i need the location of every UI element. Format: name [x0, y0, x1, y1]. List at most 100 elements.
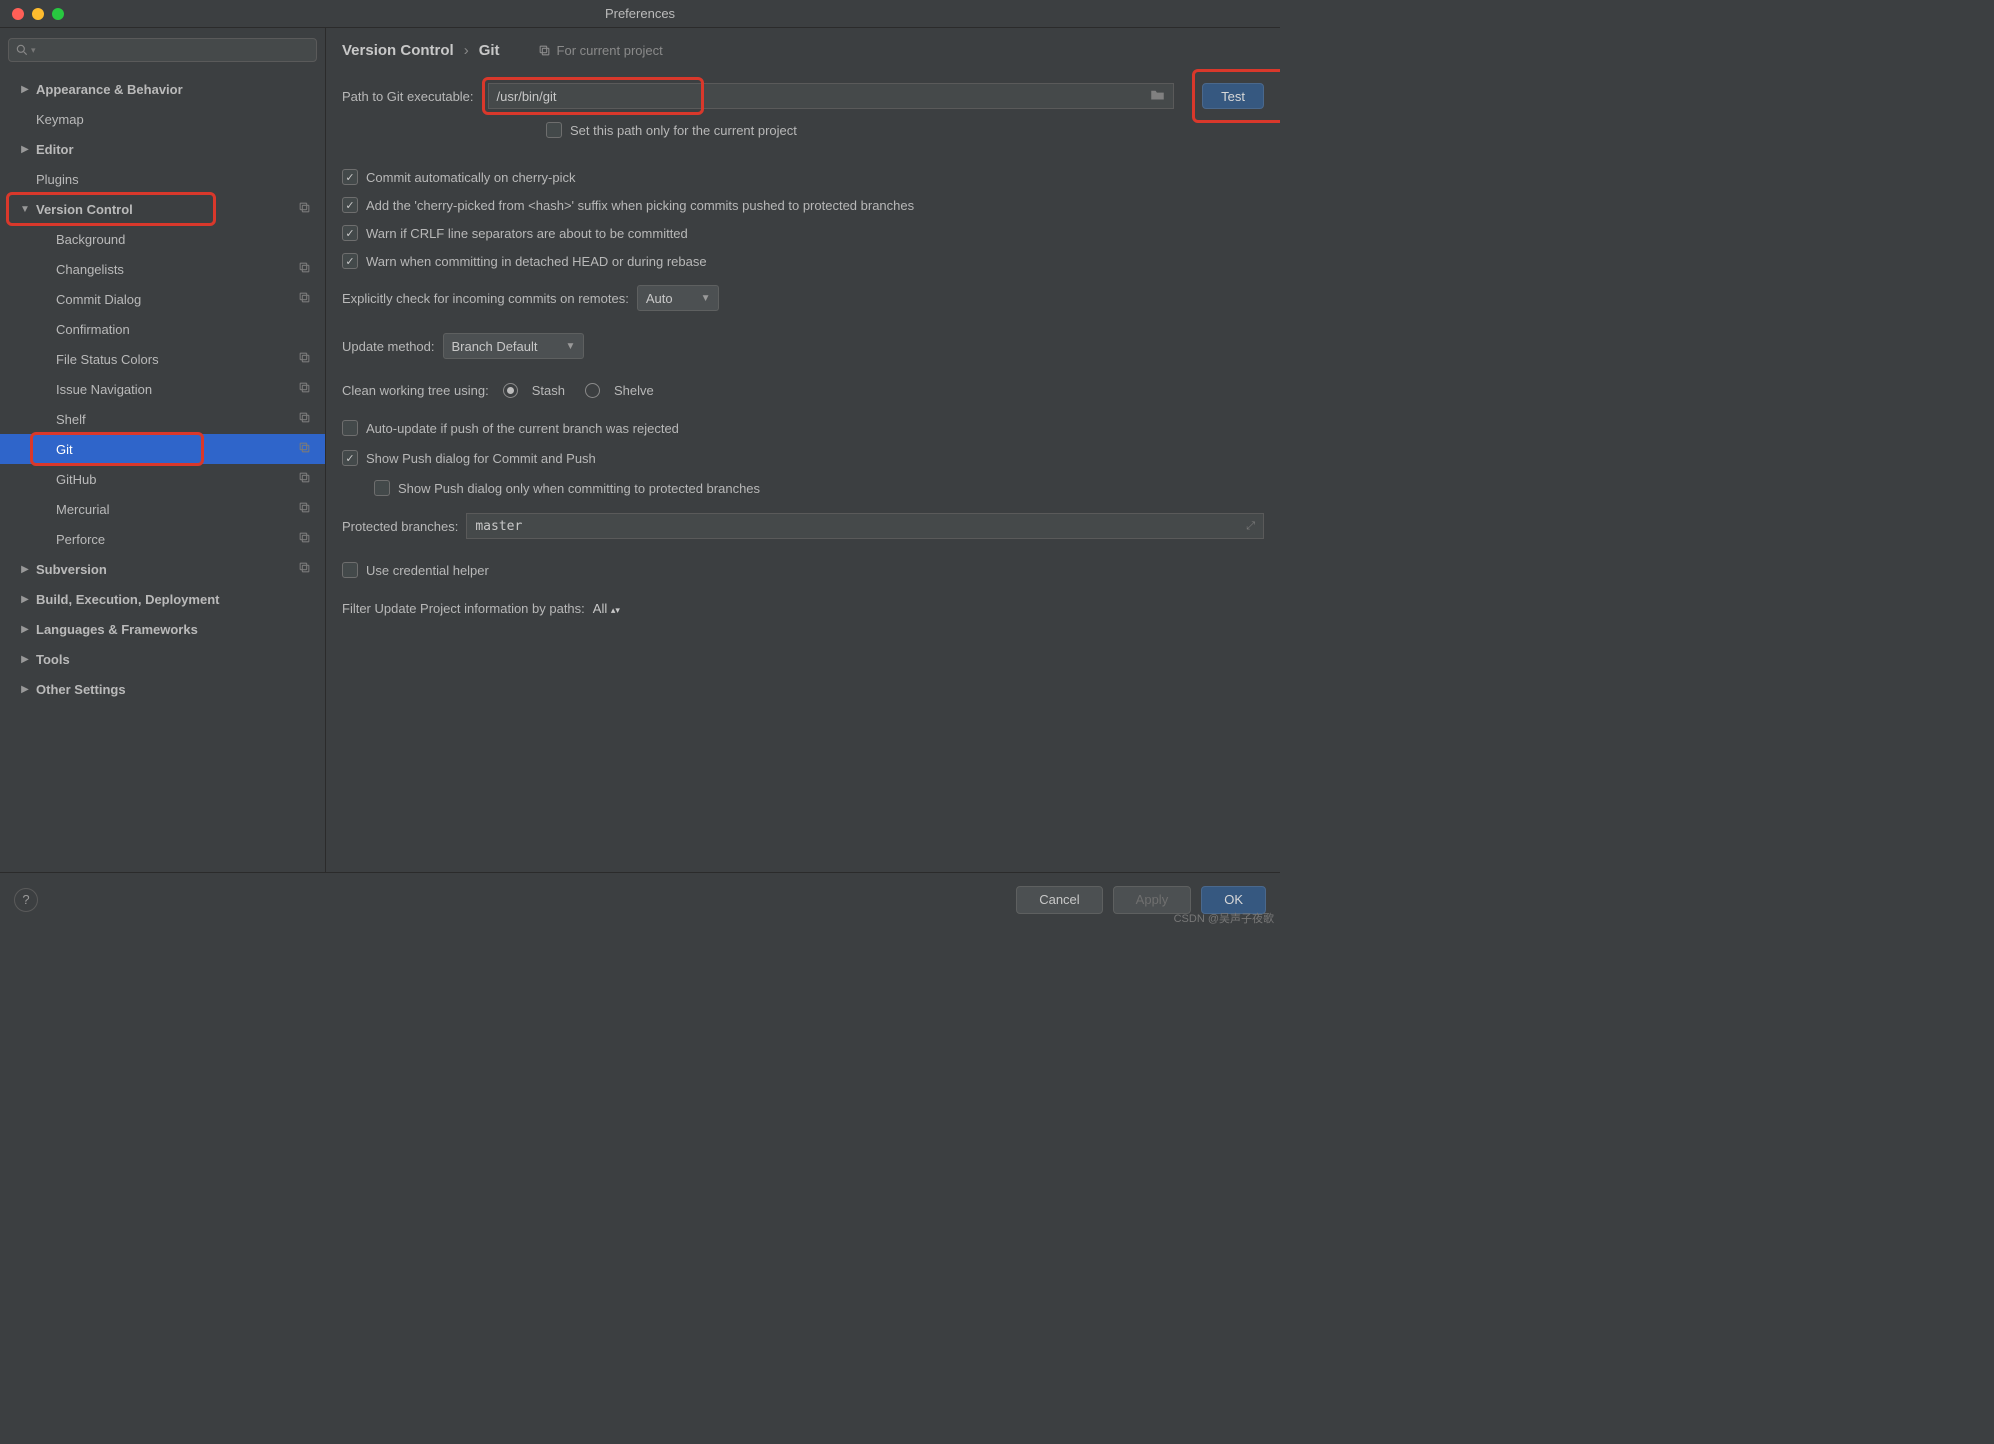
- sidebar-item-label: Plugins: [36, 172, 79, 187]
- zoom-window-button[interactable]: [52, 8, 64, 20]
- project-scope-icon: [298, 501, 311, 517]
- dialog-footer: ? Cancel Apply OK: [0, 872, 1280, 926]
- show-push-protected-checkbox[interactable]: Show Push dialog only when committing to…: [374, 480, 760, 496]
- scope-indicator: For current project: [538, 43, 663, 58]
- explicit-check-label: Explicitly check for incoming commits on…: [342, 291, 629, 306]
- window-title: Preferences: [605, 6, 675, 21]
- test-button[interactable]: Test: [1202, 83, 1264, 109]
- sidebar-item-label: Confirmation: [56, 322, 130, 337]
- chevron-right-icon: ▶: [18, 684, 32, 695]
- project-scope-icon: [298, 441, 311, 457]
- sidebar-item-appearance-behavior[interactable]: ▶ Appearance & Behavior: [0, 74, 325, 104]
- sidebar-item-github[interactable]: GitHub: [0, 464, 325, 494]
- detached-head-warn-checkbox[interactable]: Warn when committing in detached HEAD or…: [342, 253, 707, 269]
- sidebar-item-file-status-colors[interactable]: File Status Colors: [0, 344, 325, 374]
- sidebar-item-shelf[interactable]: Shelf: [0, 404, 325, 434]
- project-scope-icon: [298, 531, 311, 547]
- sidebar-item-subversion[interactable]: ▶ Subversion: [0, 554, 325, 584]
- update-method-select[interactable]: Branch Default▼: [443, 333, 585, 359]
- breadcrumb-vc[interactable]: Version Control: [342, 42, 454, 59]
- cherry-pick-auto-checkbox[interactable]: Commit automatically on cherry-pick: [342, 169, 576, 185]
- sidebar-item-version-control[interactable]: ▼Version Control: [0, 194, 325, 224]
- sidebar-item-build-execution-deployment[interactable]: ▶ Build, Execution, Deployment: [0, 584, 325, 614]
- chevron-right-icon: ▶: [18, 84, 32, 95]
- path-label: Path to Git executable:: [342, 89, 474, 104]
- titlebar: Preferences: [0, 0, 1280, 28]
- clean-tree-label: Clean working tree using:: [342, 383, 489, 398]
- sidebar-item-changelists[interactable]: Changelists: [0, 254, 325, 284]
- sidebar-item-label: Other Settings: [36, 682, 126, 697]
- git-path-input[interactable]: /usr/bin/git: [488, 83, 1175, 109]
- sidebar-item-plugins[interactable]: Plugins: [0, 164, 325, 194]
- cherry-pick-suffix-checkbox[interactable]: Add the 'cherry-picked from <hash>' suff…: [342, 197, 914, 213]
- sidebar-item-label: Tools: [36, 652, 70, 667]
- chevron-right-icon: ▶: [18, 594, 32, 605]
- sidebar-item-label: Editor: [36, 142, 74, 157]
- cancel-button[interactable]: Cancel: [1016, 886, 1102, 914]
- sidebar-item-label: Git: [56, 442, 73, 457]
- sidebar-item-label: Subversion: [36, 562, 107, 577]
- sidebar-item-issue-navigation[interactable]: Issue Navigation: [0, 374, 325, 404]
- chevron-right-icon: ▶: [18, 144, 32, 155]
- help-button[interactable]: ?: [14, 888, 38, 912]
- search-icon: [15, 43, 29, 57]
- sidebar-item-label: Appearance & Behavior: [36, 82, 183, 97]
- settings-panel: Version Control › Git For current projec…: [326, 28, 1280, 872]
- minimize-window-button[interactable]: [32, 8, 44, 20]
- credential-helper-checkbox[interactable]: Use credential helper: [342, 562, 489, 578]
- update-method-label: Update method:: [342, 339, 435, 354]
- chevron-right-icon: ▶: [18, 624, 32, 635]
- sidebar-item-mercurial[interactable]: Mercurial: [0, 494, 325, 524]
- protected-branches-label: Protected branches:: [342, 519, 458, 534]
- sidebar-item-other-settings[interactable]: ▶ Other Settings: [0, 674, 325, 704]
- breadcrumb-sep: ›: [464, 42, 469, 59]
- sidebar-item-label: Mercurial: [56, 502, 109, 517]
- crlf-warn-checkbox[interactable]: Warn if CRLF line separators are about t…: [342, 225, 688, 241]
- sidebar-item-perforce[interactable]: Perforce: [0, 524, 325, 554]
- project-scope-icon: [298, 291, 311, 307]
- close-window-button[interactable]: [12, 8, 24, 20]
- sidebar-item-git[interactable]: Git: [0, 434, 325, 464]
- sidebar-item-tools[interactable]: ▶Tools: [0, 644, 325, 674]
- sidebar-item-label: Build, Execution, Deployment: [36, 592, 219, 607]
- sidebar: ▾ ▶ Appearance & Behavior Keymap ▶ Editor Plu…: [0, 28, 326, 872]
- watermark: CSDN @吴声子夜歌: [1174, 910, 1274, 926]
- sidebar-item-label: File Status Colors: [56, 352, 159, 367]
- sidebar-item-keymap[interactable]: Keymap: [0, 104, 325, 134]
- chevron-down-icon: ▼: [701, 293, 711, 304]
- chevron-down-icon: ▼: [566, 341, 576, 352]
- window-controls: [12, 8, 64, 20]
- expand-icon[interactable]: ⤢: [1246, 519, 1255, 533]
- search-input[interactable]: ▾: [8, 38, 317, 62]
- chevron-right-icon: ▶: [18, 564, 32, 575]
- sidebar-item-label: GitHub: [56, 472, 96, 487]
- set-path-project-checkbox[interactable]: Set this path only for the current proje…: [546, 122, 797, 138]
- sidebar-item-languages-frameworks[interactable]: ▶ Languages & Frameworks: [0, 614, 325, 644]
- project-scope-icon: [298, 381, 311, 397]
- project-scope-icon: [298, 261, 311, 277]
- folder-icon[interactable]: [1150, 88, 1165, 104]
- sidebar-item-label: Changelists: [56, 262, 124, 277]
- sidebar-item-label: Keymap: [36, 112, 84, 127]
- project-scope-icon: [298, 351, 311, 367]
- filter-update-value[interactable]: All ▴▾: [593, 601, 620, 616]
- sidebar-item-label: Version Control: [36, 202, 133, 217]
- sidebar-item-label: Shelf: [56, 412, 86, 427]
- project-scope-icon: [298, 411, 311, 427]
- sidebar-item-background[interactable]: Background: [0, 224, 325, 254]
- project-scope-icon: [298, 471, 311, 487]
- project-scope-icon: [298, 561, 311, 577]
- sidebar-item-confirmation[interactable]: Confirmation: [0, 314, 325, 344]
- sidebar-item-label: Perforce: [56, 532, 105, 547]
- sidebar-item-editor[interactable]: ▶ Editor: [0, 134, 325, 164]
- show-push-dialog-checkbox[interactable]: Show Push dialog for Commit and Push: [342, 450, 596, 466]
- clean-stash-radio[interactable]: Stash: [503, 383, 565, 398]
- sidebar-item-label: Languages & Frameworks: [36, 622, 198, 637]
- explicit-check-select[interactable]: Auto▼: [637, 285, 720, 311]
- auto-update-push-checkbox[interactable]: Auto-update if push of the current branc…: [342, 420, 679, 436]
- sidebar-item-commit-dialog[interactable]: Commit Dialog: [0, 284, 325, 314]
- protected-branches-input[interactable]: master ⤢: [466, 513, 1264, 539]
- project-scope-icon: [298, 201, 311, 217]
- breadcrumb: Version Control › Git For current projec…: [342, 42, 1264, 59]
- clean-shelve-radio[interactable]: Shelve: [585, 383, 654, 398]
